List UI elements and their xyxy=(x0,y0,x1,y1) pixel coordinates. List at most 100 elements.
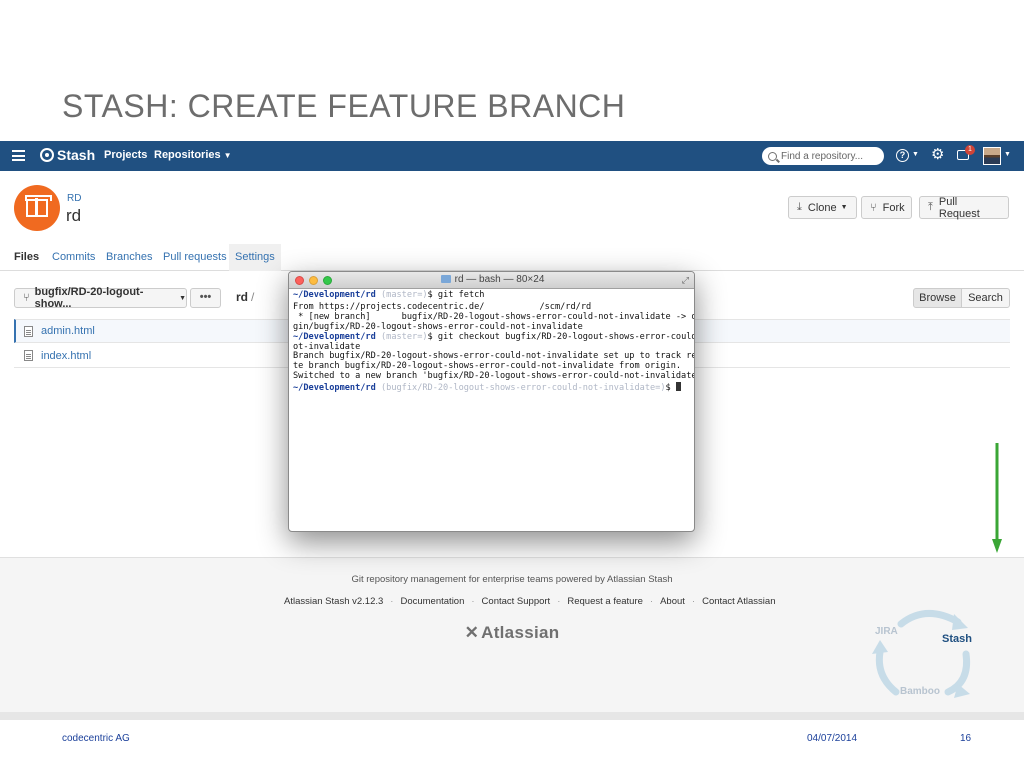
cycle-arrow-top xyxy=(897,610,962,628)
path-breadcrumb: rd / xyxy=(236,290,254,304)
tab-files[interactable]: Files xyxy=(8,244,45,271)
tab-settings[interactable]: Settings xyxy=(229,244,281,271)
footer-separator: · xyxy=(390,596,394,607)
footer-about-link[interactable]: About xyxy=(660,596,685,607)
breadcrumb-separator: / xyxy=(251,290,255,304)
terminal-titlebar[interactable]: rd — bash — 80×24 ⤢ xyxy=(289,272,694,289)
repository-name: rd xyxy=(66,206,82,225)
command: $ xyxy=(665,383,676,394)
prompt-branch: (master=) xyxy=(375,290,428,300)
branch-selector[interactable]: ⑂ bugfix/RD-20-logout-show... ▼ xyxy=(14,286,187,310)
pull-request-button[interactable]: ⤒ Pull Request xyxy=(919,196,1009,220)
footer-version-link[interactable]: Atlassian Stash v2.12.3 xyxy=(284,596,383,607)
chevron-down-icon: ▼ xyxy=(840,204,848,211)
prompt-path: ~/Development/rd xyxy=(293,331,376,342)
upload-icon: ⤒ xyxy=(928,201,933,213)
fork-icon: ⑂ xyxy=(870,201,877,214)
stash-logo[interactable]: Stash xyxy=(40,147,95,163)
repository-tabs: Files Commits Branches Pull requests Set… xyxy=(0,244,1024,271)
output-line: Branch bugfix/RD-20-logout-shows-error-c… xyxy=(293,351,695,362)
file-name[interactable]: index.html xyxy=(41,350,91,362)
redacted-block xyxy=(484,300,540,310)
download-icon: ⤓ xyxy=(797,201,802,213)
slide-footer-company: codecentric AG xyxy=(62,733,130,744)
prompt-branch: (bugfix/RD-20-logout-shows-error-could-n… xyxy=(375,383,666,394)
chevron-down-icon: ▼ xyxy=(179,294,186,302)
cycle-arrowhead-left xyxy=(872,640,888,654)
repository-search-input[interactable] xyxy=(781,150,879,162)
clone-button[interactable]: ⤓ Clone ▼ xyxy=(788,196,857,219)
file-name[interactable]: admin.html xyxy=(41,325,95,337)
fork-button-label: Fork xyxy=(882,201,905,214)
cycle-bamboo-label: Bamboo xyxy=(900,686,940,697)
nav-repositories-label: Repositories xyxy=(154,149,221,161)
nav-projects-link[interactable]: Projects xyxy=(104,149,147,161)
slide-title: STASH: CREATE FEATURE BRANCH xyxy=(62,88,626,124)
footer-contact-atlassian-link[interactable]: Contact Atlassian xyxy=(702,596,775,607)
output-line: Switched to a new branch 'bugfix/RD-20-l… xyxy=(293,371,695,382)
top-navigation-bar: Stash Projects Repositories▼ ? ▼ ⚙ 1 ▼ xyxy=(0,141,1024,171)
footer-separator: · xyxy=(649,596,654,607)
project-key-link[interactable]: RD xyxy=(67,193,81,204)
branch-selector-label: bugfix/RD-20-logout-show... xyxy=(34,286,144,310)
terminal-output[interactable]: ~/Development/rd (master=)$ git fetch Fr… xyxy=(289,289,694,396)
prompt-path: ~/Development/rd xyxy=(293,290,376,300)
breadcrumb-root[interactable]: rd xyxy=(236,290,248,304)
chevron-down-icon: ▼ xyxy=(223,151,232,160)
prompt-branch: (master=) xyxy=(375,331,428,342)
help-icon[interactable]: ? xyxy=(896,149,909,162)
footer-separator: · xyxy=(471,596,475,607)
command: $ git fetch xyxy=(427,290,485,300)
folder-icon xyxy=(440,275,451,283)
command: $ git checkout bugfix/RD-20-logout-shows… xyxy=(427,331,695,342)
file-icon xyxy=(24,325,33,337)
stash-footer: Git repository management for enterprise… xyxy=(0,557,1024,718)
atlassian-mark-icon: ✕ xyxy=(464,623,480,642)
output-line: From https://projects.codecentric.de/ xyxy=(293,301,485,312)
tab-commits[interactable]: Commits xyxy=(46,244,101,271)
output-line: te branch bugfix/RD-20-logout-shows-erro… xyxy=(293,361,682,372)
user-menu-chevron-down-icon[interactable]: ▼ xyxy=(1004,151,1011,158)
output-line: * [new branch] bugfix/RD-20-logout-shows… xyxy=(293,311,695,322)
footer-separator: · xyxy=(557,596,561,607)
repository-avatar xyxy=(14,185,60,231)
output-line: gin/bugfix/RD-20-logout-shows-error-coul… xyxy=(293,321,583,332)
file-icon xyxy=(24,350,33,361)
search-icon xyxy=(768,151,777,161)
terminal-title-text: rd — bash — 80×24 xyxy=(454,274,545,285)
gear-icon[interactable]: ⚙ xyxy=(931,147,944,163)
stash-mark-icon xyxy=(40,148,54,162)
browse-toggle-button[interactable]: Browse xyxy=(913,288,962,308)
cycle-arrow-right xyxy=(944,650,971,696)
fork-button[interactable]: ⑂ Fork xyxy=(861,196,912,219)
output-line: /scm/rd/rd xyxy=(539,301,592,312)
prompt-path: ~/Development/rd xyxy=(293,383,376,394)
more-actions-button[interactable]: ••• xyxy=(190,288,221,308)
cycle-arrowhead-top xyxy=(952,614,968,630)
footer-separator: · xyxy=(691,596,696,607)
slide-bottom-strip xyxy=(0,712,1024,720)
terminal-window[interactable]: rd — bash — 80×24 ⤢ ~/Development/rd (ma… xyxy=(288,271,695,532)
help-chevron-down-icon[interactable]: ▼ xyxy=(912,151,919,158)
slide-page-number: 16 xyxy=(960,733,972,744)
tab-pull-requests[interactable]: Pull requests xyxy=(157,244,233,271)
slide-footer-date: 04/07/2014 xyxy=(807,733,858,744)
green-arrow-head xyxy=(992,539,1002,553)
footer-contact-support-link[interactable]: Contact Support xyxy=(482,596,551,607)
cycle-arrow-left xyxy=(875,648,900,696)
user-avatar[interactable] xyxy=(983,147,1001,165)
fullscreen-icon[interactable]: ⤢ xyxy=(682,275,689,286)
footer-links: Atlassian Stash v2.12.3 · Documentation · … xyxy=(284,596,775,607)
hamburger-menu-icon[interactable] xyxy=(12,150,25,161)
nav-repositories-menu[interactable]: Repositories ▼ xyxy=(154,149,232,161)
repository-search-box[interactable] xyxy=(762,147,884,165)
search-toggle-button[interactable]: Search xyxy=(961,288,1010,308)
clone-button-label: Clone xyxy=(807,201,837,214)
footer-documentation-link[interactable]: Documentation xyxy=(400,596,464,607)
package-box-icon xyxy=(25,195,52,217)
stash-logo-text: Stash xyxy=(57,147,96,163)
footer-request-feature-link[interactable]: Request a feature xyxy=(567,596,643,607)
notification-count-badge: 1 xyxy=(965,145,975,155)
branch-icon: ⑂ xyxy=(23,292,30,304)
tab-branches[interactable]: Branches xyxy=(100,244,158,271)
